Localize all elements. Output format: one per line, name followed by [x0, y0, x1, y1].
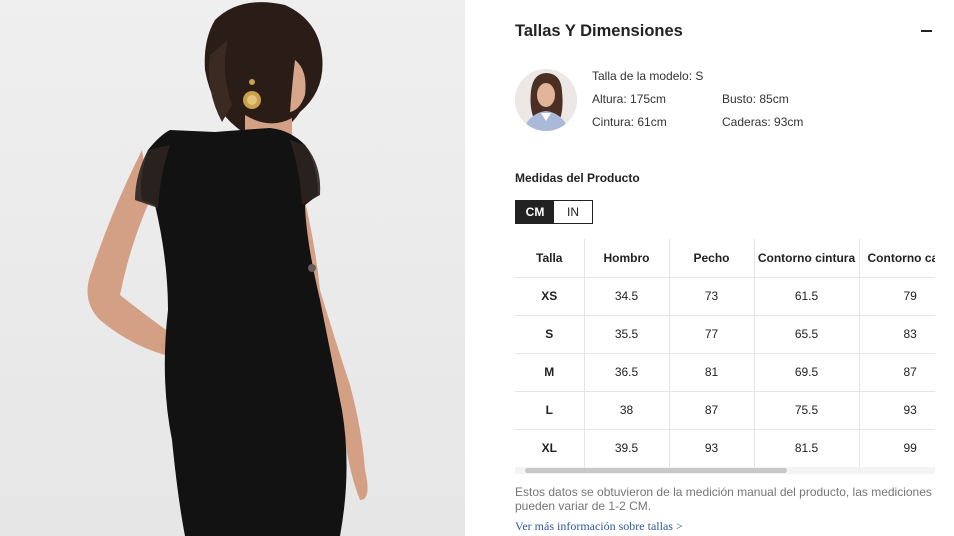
table-cell: 83 — [858, 314, 935, 354]
table-cell: 36.5 — [583, 352, 670, 392]
table-cell: 34.5 — [583, 276, 670, 316]
size-table-container[interactable]: Talla Hombro Pecho Contorno cintura Cont… — [515, 239, 935, 468]
table-row: M 36.5 81 69.5 87 — [515, 352, 935, 392]
size-cell: L — [515, 390, 585, 430]
model-bust: Busto: 85cm — [722, 92, 789, 106]
table-horizontal-scrollbar[interactable] — [515, 467, 935, 474]
model-portrait-image — [515, 69, 577, 131]
table-cell: 77 — [668, 314, 755, 354]
header-pecho: Pecho — [668, 239, 755, 278]
table-cell: 75.5 — [753, 390, 860, 430]
panel-title: Tallas Y Dimensiones — [515, 22, 683, 40]
size-cell: M — [515, 352, 585, 392]
table-cell: 81.5 — [753, 428, 860, 468]
table-cell: 87 — [668, 390, 755, 430]
table-row: L 38 87 75.5 93 — [515, 390, 935, 430]
table-cell: 39.5 — [583, 428, 670, 468]
size-dimensions-panel: Tallas Y Dimensiones Talla de la modelo:… — [515, 0, 954, 536]
table-cell: 38 — [583, 390, 670, 430]
model-hips: Caderas: 93cm — [722, 115, 804, 129]
table-row: S 35.5 77 65.5 83 — [515, 314, 935, 354]
model-avatar — [515, 69, 577, 131]
table-row: XS 34.5 73 61.5 79 — [515, 276, 935, 316]
table-row: XL 39.5 93 81.5 99 — [515, 428, 935, 468]
size-table: Talla Hombro Pecho Contorno cintura Cont… — [515, 239, 935, 468]
model-back-view-image — [87, 2, 368, 536]
size-cell: S — [515, 314, 585, 354]
minus-icon[interactable] — [921, 30, 932, 32]
table-cell: 61.5 — [753, 276, 860, 316]
table-cell: 69.5 — [753, 352, 860, 392]
header-talla: Talla — [515, 239, 585, 278]
table-cell: 81 — [668, 352, 755, 392]
size-cell: XL — [515, 428, 585, 468]
header-hombro: Hombro — [583, 239, 670, 278]
unit-toggle: CM IN — [515, 200, 593, 224]
product-measurements-title: Medidas del Producto — [515, 171, 640, 185]
header-contorno-cadera: Contorno ca — [858, 239, 935, 278]
table-cell: 35.5 — [583, 314, 670, 354]
table-cell: 99 — [858, 428, 935, 468]
size-cell: XS — [515, 276, 585, 316]
table-cell: 73 — [668, 276, 755, 316]
unit-in-button[interactable]: IN — [554, 201, 592, 223]
table-cell: 65.5 — [753, 314, 860, 354]
table-cell: 87 — [858, 352, 935, 392]
table-cell: 93 — [668, 428, 755, 468]
model-height: Altura: 175cm — [592, 92, 667, 106]
product-photo — [0, 0, 465, 536]
table-cell: 93 — [858, 390, 935, 430]
header-contorno-cintura: Contorno cintura — [753, 239, 860, 278]
model-size-label: Talla de la modelo: S — [592, 69, 704, 83]
table-cell: 79 — [858, 276, 935, 316]
measurement-note: Estos datos se obtuvieron de la medición… — [515, 485, 932, 513]
table-header-row: Talla Hombro Pecho Contorno cintura Cont… — [515, 239, 935, 278]
more-size-info-link[interactable]: Ver más información sobre tallas > — [515, 519, 683, 534]
unit-cm-button[interactable]: CM — [516, 201, 554, 223]
scrollbar-thumb[interactable] — [525, 468, 787, 473]
model-waist: Cintura: 61cm — [592, 115, 667, 129]
